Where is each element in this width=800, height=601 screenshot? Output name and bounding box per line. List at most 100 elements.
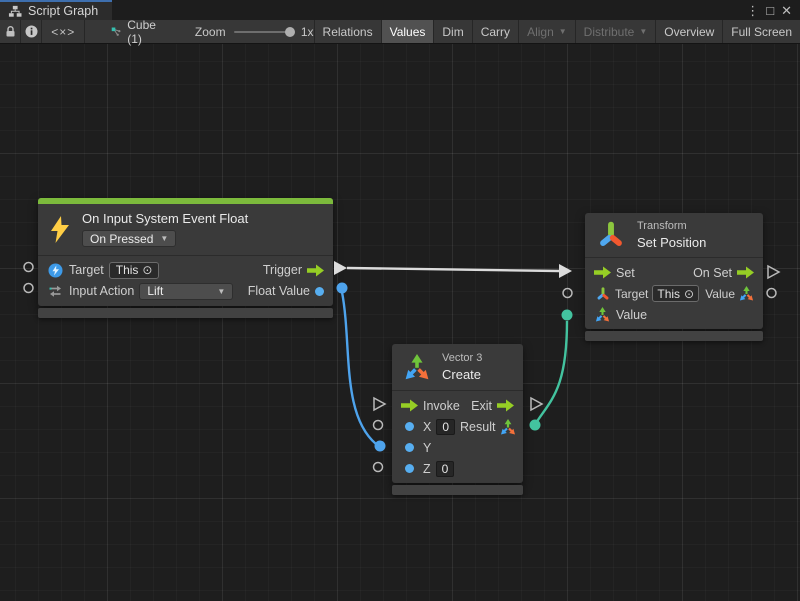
full-screen-button[interactable]: Full Screen (722, 20, 800, 43)
flow-arrow-icon (737, 266, 754, 279)
distribute-label: Distribute (584, 25, 635, 39)
node-vector3-create[interactable]: Vector 3 Create Invoke Exit (392, 344, 523, 495)
flow-arrow-icon (401, 399, 418, 412)
port-label-z: Z (423, 462, 431, 476)
more-icon[interactable]: ⋮ (746, 4, 759, 17)
port-label-input-action: Input Action (69, 284, 134, 298)
vector3-port-icon (594, 307, 611, 322)
port-label-target: Target (615, 287, 648, 301)
align-button: Align ▼ (518, 20, 575, 43)
vector3-port-icon (739, 286, 754, 301)
node-footer (585, 331, 763, 341)
zoom-slider-handle[interactable] (285, 27, 295, 37)
close-icon[interactable]: ✕ (781, 4, 792, 17)
lock-button[interactable] (0, 20, 21, 43)
port-label-y: Y (423, 441, 431, 455)
node-title: On Input System Event Float (82, 211, 248, 226)
graph-owner-icon (111, 25, 121, 38)
target-icon: ⊙ (684, 287, 694, 301)
graph-owner-label: Cube (1) (127, 18, 161, 46)
port-label-exit: Exit (471, 399, 492, 413)
script-graph-window: Script Graph ⋮ □ ✕ <×> (0, 0, 800, 601)
node-on-input-system-event-float[interactable]: On Input System Event Float On Pressed ▼ (38, 198, 333, 318)
window-tab-bar: Script Graph ⋮ □ ✕ (0, 0, 800, 20)
port-label-invoke: Invoke (423, 399, 460, 413)
input-action-icon (47, 284, 64, 298)
vector3-icon (404, 354, 430, 380)
zoom-slider[interactable] (234, 20, 295, 44)
relations-button[interactable]: Relations (314, 20, 381, 43)
target-object-field[interactable]: This ⊙ (652, 285, 699, 302)
align-label: Align (527, 25, 554, 39)
port-row-set: Set On Set (585, 262, 763, 283)
transform-icon (597, 221, 625, 249)
port-label-value-in: Value (616, 308, 647, 322)
event-mode-dropdown[interactable]: On Pressed ▼ (82, 230, 176, 247)
input-action-value: Lift (147, 284, 163, 298)
port-event-floatvalue-out[interactable] (337, 283, 348, 294)
tab-script-graph[interactable]: Script Graph (0, 0, 112, 20)
port-row-z: Z 0 (392, 458, 523, 479)
distribute-button: Distribute ▼ (575, 20, 656, 43)
z-value-field[interactable]: 0 (436, 461, 455, 477)
overview-button[interactable]: Overview (655, 20, 722, 43)
port-row-input-action: Input Action Lift ▼ Float Value (38, 281, 333, 302)
toolbar-buttons: Relations Values Dim Carry Align ▼ Distr… (314, 20, 800, 43)
port-vector3-y-in[interactable] (375, 441, 386, 452)
flow-arrow-icon (594, 266, 611, 279)
chevron-down-icon: ▼ (160, 234, 168, 243)
lightning-bolt-icon (50, 216, 70, 243)
float-port-icon (401, 443, 418, 452)
node-footer (38, 308, 333, 318)
target-object-value: This (657, 287, 680, 301)
transform-port-icon (594, 287, 611, 301)
port-label-trigger: Trigger (263, 263, 302, 277)
window-controls: ⋮ □ ✕ (746, 0, 800, 20)
float-port-icon (401, 422, 418, 431)
preview-source-button[interactable]: <×> (42, 20, 85, 43)
vector3-port-icon (500, 419, 516, 435)
node-transform-set-position[interactable]: Transform Set Position Set On Set (585, 213, 763, 341)
flow-arrow-icon (497, 399, 514, 412)
port-row-value: Value (585, 304, 763, 325)
port-row-target: Target This ⊙ Value (585, 283, 763, 304)
lock-icon (5, 25, 16, 38)
chevron-down-icon: ▼ (639, 27, 647, 36)
node-title: Create (442, 367, 482, 382)
port-label-on-set: On Set (693, 266, 732, 280)
node-type-label: Transform (637, 220, 706, 232)
graph-owner[interactable]: Cube (1) (111, 20, 161, 43)
float-port-icon (315, 287, 324, 296)
info-icon (25, 25, 38, 38)
target-object-field[interactable]: This ⊙ (109, 262, 160, 279)
x-value-field[interactable]: 0 (436, 419, 455, 435)
flow-arrow-icon (307, 264, 324, 277)
info-button[interactable] (21, 20, 42, 43)
target-icon: ⊙ (142, 263, 152, 277)
event-object-icon (47, 263, 64, 278)
chevron-down-icon: ▼ (559, 27, 567, 36)
dim-button[interactable]: Dim (433, 20, 471, 43)
port-label-set: Set (616, 266, 635, 280)
port-label-float-value: Float Value (248, 284, 310, 298)
target-object-value: This (116, 263, 139, 277)
port-row-invoke: Invoke Exit (392, 395, 523, 416)
port-row-x: X 0 Result (392, 416, 523, 437)
node-title: Set Position (637, 235, 706, 250)
port-row-target: Target This ⊙ Trigger (38, 260, 333, 281)
port-label-result: Result (460, 420, 495, 434)
port-label-x: X (423, 420, 431, 434)
input-action-dropdown[interactable]: Lift ▼ (139, 283, 233, 300)
graph-toolbar: <×> Cube (1) Zoom 1x Relations Values Di… (0, 20, 800, 44)
event-mode-value: On Pressed (90, 232, 153, 246)
port-label-value-out: Value (705, 287, 735, 301)
values-button[interactable]: Values (381, 20, 434, 43)
port-transform-value-in[interactable] (562, 310, 573, 321)
node-type-label: Vector 3 (442, 352, 482, 364)
carry-button[interactable]: Carry (472, 20, 518, 43)
graph-icon (8, 5, 22, 18)
maximize-icon[interactable]: □ (766, 4, 774, 17)
port-vector3-result-out[interactable] (530, 420, 541, 431)
chevron-down-icon: ▼ (217, 287, 225, 296)
tab-label: Script Graph (28, 4, 98, 18)
